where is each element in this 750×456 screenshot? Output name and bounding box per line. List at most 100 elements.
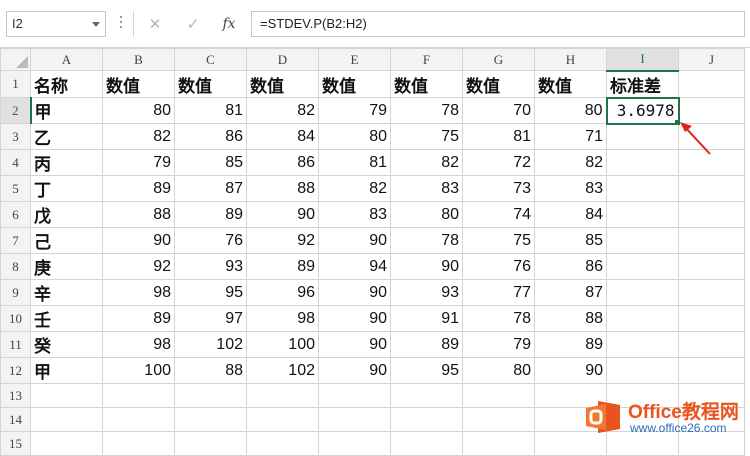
cell[interactable] (678, 175, 745, 202)
check-icon[interactable]: ✓ (181, 12, 205, 36)
cell[interactable] (390, 431, 463, 456)
cell[interactable] (246, 431, 319, 456)
cell-value[interactable]: 85 (534, 227, 607, 254)
cell-value[interactable]: 81 (174, 97, 247, 124)
cell-header[interactable]: 数值 (246, 70, 319, 98)
cell[interactable] (174, 407, 247, 432)
cell-value[interactable]: 90 (318, 357, 391, 384)
cell-value[interactable]: 78 (462, 305, 535, 332)
cell-value[interactable]: 90 (318, 227, 391, 254)
cell-value[interactable]: 74 (462, 201, 535, 228)
cell[interactable] (678, 70, 745, 98)
cell-value[interactable]: 75 (390, 123, 463, 150)
cell-name[interactable]: 戊 (30, 201, 103, 228)
row-header[interactable]: 8 (0, 253, 31, 280)
column-header-b[interactable]: B (102, 48, 175, 71)
column-header-e[interactable]: E (318, 48, 391, 71)
cell-value[interactable]: 98 (102, 331, 175, 358)
row-header[interactable]: 11 (0, 331, 31, 358)
cell[interactable] (30, 431, 103, 456)
cell-value[interactable]: 79 (102, 149, 175, 176)
cell[interactable] (678, 253, 745, 280)
cell-value[interactable]: 89 (102, 175, 175, 202)
column-header-a[interactable]: A (30, 48, 103, 71)
cell-value[interactable]: 71 (534, 123, 607, 150)
cell-value[interactable]: 90 (534, 357, 607, 384)
drag-handle-icon[interactable] (119, 13, 123, 33)
cell-stdev[interactable] (606, 357, 679, 384)
row-header[interactable]: 4 (0, 149, 31, 176)
cell-name[interactable]: 壬 (30, 305, 103, 332)
row-header[interactable]: 12 (0, 357, 31, 384)
cell-value[interactable]: 80 (318, 123, 391, 150)
cell-value[interactable]: 85 (174, 149, 247, 176)
cell-value[interactable]: 89 (390, 331, 463, 358)
cell-value[interactable]: 83 (390, 175, 463, 202)
cell-name[interactable]: 丙 (30, 149, 103, 176)
cell-value[interactable]: 75 (462, 227, 535, 254)
cell-name[interactable]: 甲 (30, 97, 103, 124)
cell-header[interactable]: 数值 (534, 70, 607, 98)
cell[interactable] (678, 227, 745, 254)
cell[interactable] (246, 407, 319, 432)
cell-stdev[interactable] (606, 227, 679, 254)
cell-value[interactable]: 95 (390, 357, 463, 384)
cell-name[interactable]: 己 (30, 227, 103, 254)
cell-value[interactable]: 88 (174, 357, 247, 384)
cell[interactable] (678, 331, 745, 358)
cell-value[interactable]: 96 (246, 279, 319, 306)
row-header[interactable]: 6 (0, 201, 31, 228)
cell-header[interactable]: 数值 (102, 70, 175, 98)
cell[interactable] (678, 357, 745, 384)
cell-value[interactable]: 100 (246, 331, 319, 358)
cell-value[interactable]: 79 (318, 97, 391, 124)
cell[interactable] (390, 383, 463, 408)
name-box[interactable]: I2 (6, 11, 106, 37)
row-header[interactable]: 2 (0, 97, 32, 124)
cell-header[interactable]: 数值 (390, 70, 463, 98)
formula-input[interactable]: =STDEV.P(B2:H2) (251, 11, 745, 37)
cell[interactable] (390, 407, 463, 432)
cell-value[interactable]: 90 (246, 201, 319, 228)
cell-value[interactable]: 70 (462, 97, 535, 124)
cell[interactable] (30, 407, 103, 432)
cell-value[interactable]: 76 (174, 227, 247, 254)
cell[interactable] (462, 407, 535, 432)
cell-value[interactable]: 88 (246, 175, 319, 202)
cell-value[interactable]: 86 (174, 123, 247, 150)
row-header[interactable]: 3 (0, 123, 31, 150)
column-header-g[interactable]: G (462, 48, 535, 71)
cell-value[interactable]: 86 (246, 149, 319, 176)
cell[interactable] (318, 383, 391, 408)
cell-value[interactable]: 82 (390, 149, 463, 176)
cell-value[interactable]: 87 (534, 279, 607, 306)
cell-value[interactable]: 91 (390, 305, 463, 332)
cell-value[interactable]: 90 (318, 331, 391, 358)
cell-name[interactable]: 丁 (30, 175, 103, 202)
cell-value[interactable]: 102 (246, 357, 319, 384)
cell-value[interactable]: 89 (534, 331, 607, 358)
row-header[interactable]: 13 (0, 383, 31, 408)
cell-value[interactable]: 83 (534, 175, 607, 202)
cell-value[interactable]: 92 (102, 253, 175, 280)
cell-value[interactable]: 88 (102, 201, 175, 228)
cell[interactable] (678, 201, 745, 228)
cell-value[interactable]: 90 (318, 279, 391, 306)
cell-value[interactable]: 83 (318, 201, 391, 228)
cell-value[interactable]: 80 (102, 97, 175, 124)
cell[interactable] (102, 383, 175, 408)
cell-value[interactable]: 98 (102, 279, 175, 306)
cell-value[interactable]: 86 (534, 253, 607, 280)
cell-stdev[interactable] (606, 331, 679, 358)
cell[interactable] (462, 383, 535, 408)
cell-value[interactable]: 89 (246, 253, 319, 280)
row-header[interactable]: 7 (0, 227, 31, 254)
cell-value[interactable]: 72 (462, 149, 535, 176)
cell[interactable] (102, 407, 175, 432)
column-header-h[interactable]: H (534, 48, 607, 71)
cell-name[interactable]: 癸 (30, 331, 103, 358)
cell-value[interactable]: 80 (390, 201, 463, 228)
cell-value[interactable]: 73 (462, 175, 535, 202)
cell-value[interactable]: 76 (462, 253, 535, 280)
cell-value[interactable]: 93 (390, 279, 463, 306)
